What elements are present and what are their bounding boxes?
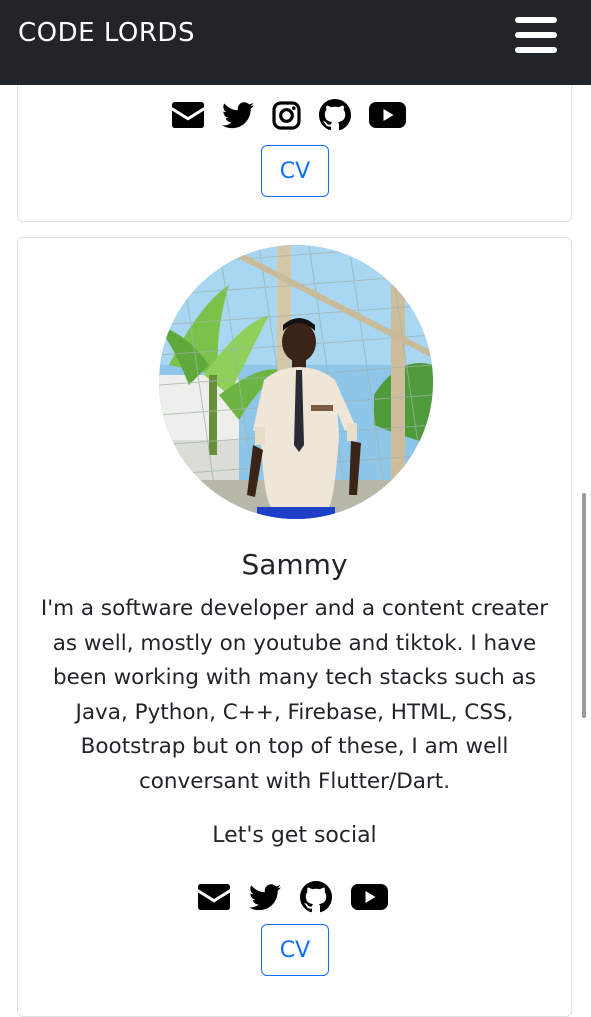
github-icon[interactable]: [300, 881, 332, 913]
social-icons-row: [172, 99, 406, 131]
profile-photo: [159, 245, 433, 519]
social-heading: Let's get social: [212, 823, 377, 848]
twitter-icon[interactable]: [222, 101, 254, 129]
profile-bio: I'm a software developer and a content c…: [40, 596, 549, 794]
avatar: [159, 245, 433, 519]
cv-button[interactable]: CV: [261, 924, 329, 976]
envelope-icon[interactable]: [172, 102, 204, 128]
github-icon[interactable]: [319, 99, 351, 131]
brand-title[interactable]: CODE LORDS: [18, 18, 195, 48]
envelope-icon[interactable]: [198, 884, 230, 910]
social-icons-row: [198, 881, 388, 913]
twitter-icon[interactable]: [249, 883, 281, 911]
youtube-icon[interactable]: [369, 102, 406, 128]
instagram-icon[interactable]: [272, 100, 301, 130]
youtube-icon[interactable]: [351, 884, 388, 910]
cv-button[interactable]: CV: [261, 145, 329, 197]
profile-card-sammy: Sammy I'm a software developer and a con…: [17, 237, 572, 1017]
navbar: CODE LORDS: [0, 0, 591, 85]
scrollbar[interactable]: [582, 493, 586, 718]
hamburger-menu-icon[interactable]: [515, 17, 557, 53]
profile-name: Sammy: [241, 548, 348, 581]
